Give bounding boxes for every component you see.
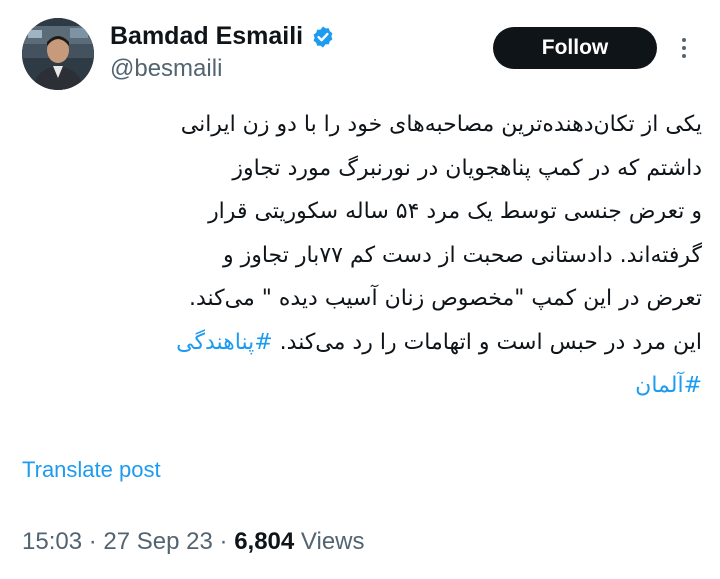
more-dot — [682, 46, 686, 50]
tweet-line: داشتم که در کمپ پناهجویان در نورنبرگ مور… — [232, 155, 702, 181]
tweet-line: تعرض در این کمپ "مخصوص زنان آسیب دیده " … — [188, 286, 702, 311]
avatar[interactable] — [22, 18, 94, 90]
meta-separator: · — [88, 528, 97, 555]
tweet-line: #آلمان — [22, 364, 702, 408]
tweet-line-text: این مرد در حبس است و اتهامات را رد می‌کن… — [279, 329, 702, 355]
avatar-photo — [22, 18, 94, 90]
hashtag-link[interactable]: #پناهندگی — [176, 330, 273, 355]
tweet-time[interactable]: 15:03 — [22, 528, 82, 555]
translate-post-link[interactable]: Translate post — [22, 457, 161, 483]
tweet-text: یکی از تکان‌دهنده‌ترین مصاحبه‌های خود را… — [22, 103, 702, 408]
meta-separator: · — [219, 528, 228, 555]
tweet-meta: 15:03 · 27 Sep 23 · 6,804 Views — [22, 528, 365, 556]
verified-badge-icon — [313, 26, 333, 47]
hashtag-link[interactable]: #آلمان — [635, 373, 702, 398]
tweet-line: گرفته‌اند. دادستانی صحبت از دست کم ۷۷بار… — [222, 242, 702, 268]
author-name-row[interactable]: Bamdad Esmaili — [110, 22, 335, 51]
follow-button[interactable]: Follow — [493, 27, 657, 69]
tweet-line: و تعرض جنسی توسط یک مرد ۵۴ ساله سکوریتی … — [208, 199, 702, 224]
tweet-date[interactable]: 27 Sep 23 — [103, 528, 212, 555]
more-dot — [682, 54, 686, 58]
views-label: Views — [300, 528, 365, 555]
author-handle[interactable]: @besmaili — [110, 55, 222, 83]
tweet-line: یکی از تکان‌دهنده‌ترین مصاحبه‌های خود را… — [180, 112, 702, 137]
author-display-name[interactable]: Bamdad Esmaili — [110, 22, 303, 51]
more-dot — [682, 38, 686, 42]
tweet-line-with-hashtag: این مرد در حبس است و اتهامات را رد می‌کن… — [22, 321, 702, 365]
more-options-icon[interactable] — [672, 30, 696, 66]
views-count: 6,804 — [234, 528, 295, 555]
